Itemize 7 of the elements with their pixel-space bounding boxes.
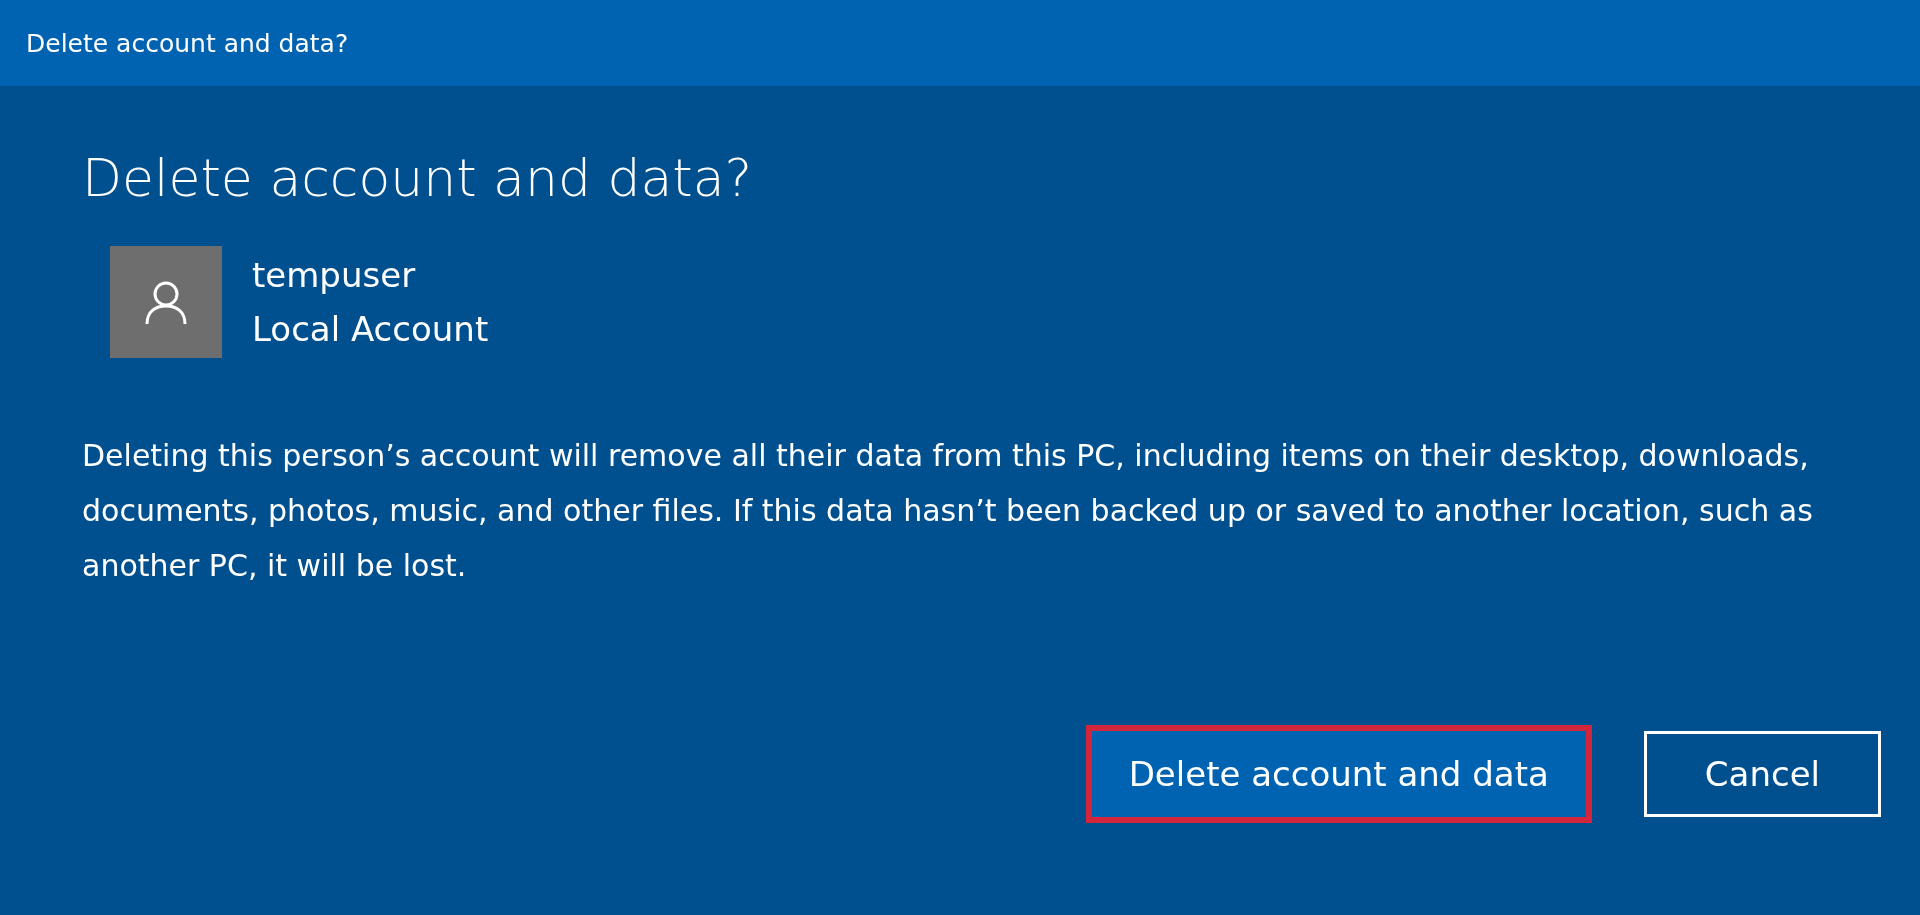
account-name: tempuser — [252, 255, 417, 295]
account-type: Local Account — [252, 309, 489, 349]
window-title: Delete account and data? — [26, 28, 349, 58]
cancel-button[interactable]: Cancel — [1643, 731, 1881, 817]
dialog-heading: Delete account and data? — [82, 148, 754, 208]
user-avatar-icon — [110, 246, 222, 358]
warning-message: Deleting this person’s account will remove all their data from this PC, including items on their desktop, downloads, documents, photos, music, and other files. If this data hasn’t been backed up or saved to another location, such as another PC, it will be lost. — [82, 437, 1814, 585]
